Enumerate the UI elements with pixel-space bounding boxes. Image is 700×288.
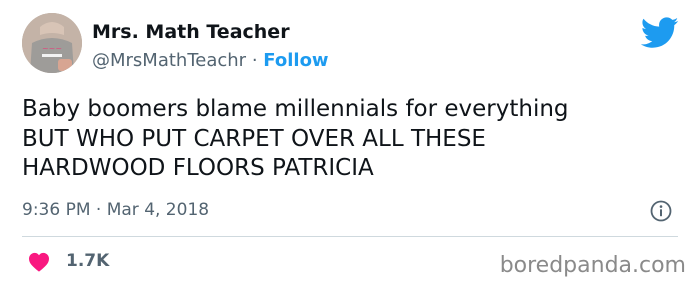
twitter-bird-icon[interactable] [641,17,679,49]
divider [22,236,678,237]
author-name[interactable]: Mrs. Math Teacher [92,20,290,44]
svg-text:~~~: ~~~ [42,44,62,53]
tweet-text: Baby boomers blame millennials for every… [22,96,569,181]
tweet-timestamp[interactable]: 9:36 PM · Mar 4, 2018 [22,198,209,222]
author-handle[interactable]: @MrsMathTeachr [92,50,246,71]
watermark: boredpanda.com [499,253,686,278]
avatar[interactable]: ~~~ [22,13,82,73]
info-icon[interactable] [650,200,672,222]
like-count[interactable]: 1.7K [66,249,109,273]
heart-icon[interactable] [28,252,50,272]
handle-separator: · [251,50,258,71]
follow-button[interactable]: Follow [263,50,328,71]
author-handle-line: @MrsMathTeachr · Follow [92,49,329,73]
